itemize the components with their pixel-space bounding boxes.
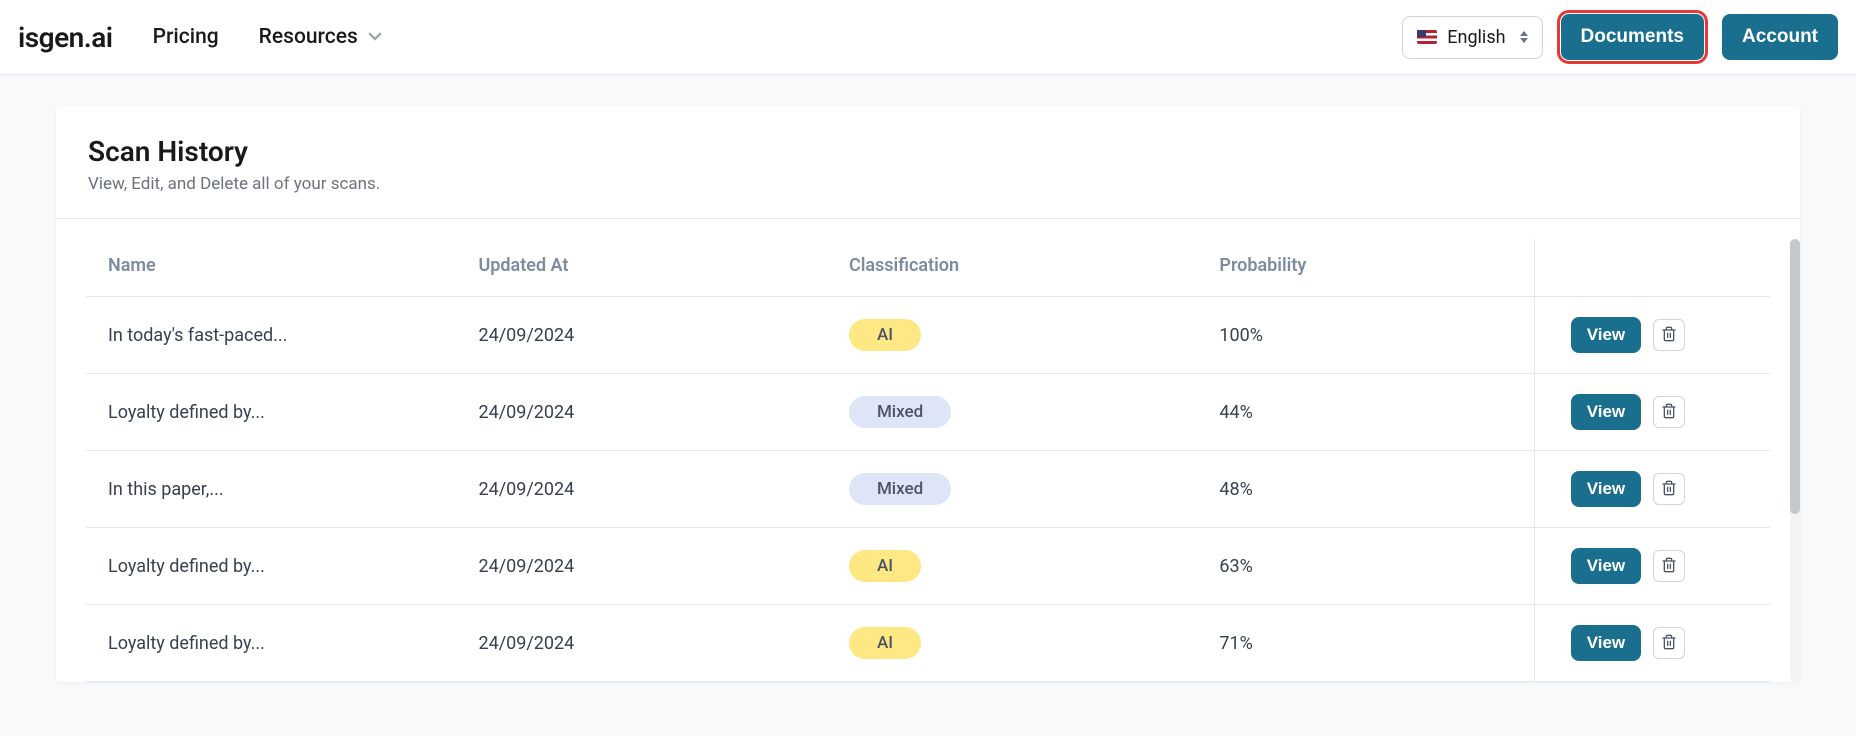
cell-actions: View [1534, 528, 1770, 605]
cell-classification: AI [827, 605, 1197, 682]
language-selector[interactable]: English [1402, 16, 1542, 59]
col-header-actions [1534, 239, 1770, 297]
delete-button[interactable] [1653, 473, 1685, 505]
language-label: English [1447, 27, 1505, 48]
cell-updated: 24/09/2024 [456, 374, 826, 451]
cell-probability: 48% [1197, 451, 1534, 528]
nav-resources[interactable]: Resources [259, 25, 382, 49]
us-flag-icon [1417, 30, 1437, 44]
scrollbar-thumb[interactable] [1790, 239, 1800, 514]
cell-probability: 63% [1197, 528, 1534, 605]
cell-actions: View [1534, 605, 1770, 682]
trash-icon [1661, 326, 1677, 345]
view-button[interactable]: View [1571, 471, 1641, 507]
nav-links: Pricing Resources [153, 25, 382, 49]
nav-pricing[interactable]: Pricing [153, 25, 219, 49]
cell-probability: 44% [1197, 374, 1534, 451]
nav-right: English Documents Account [1402, 14, 1838, 60]
trash-icon [1661, 403, 1677, 422]
table-row: Loyalty defined by...24/09/2024 AI 71% View [86, 605, 1770, 682]
delete-button[interactable] [1653, 550, 1685, 582]
navbar: isgen.ai Pricing Resources English Docum… [0, 0, 1856, 75]
cell-actions: View [1534, 451, 1770, 528]
cell-actions: View [1534, 374, 1770, 451]
cell-updated: 24/09/2024 [456, 297, 826, 374]
table-row: Loyalty defined by...24/09/2024 Mixed 44% V… [86, 374, 1770, 451]
trash-icon [1661, 634, 1677, 653]
cell-classification: AI [827, 297, 1197, 374]
cell-actions: View [1534, 297, 1770, 374]
col-header-classification[interactable]: Classification [827, 239, 1197, 297]
classification-badge: AI [849, 550, 921, 582]
scan-table: Name Updated At Classification Probabili… [86, 239, 1770, 682]
sort-arrows-icon [1520, 31, 1528, 43]
cell-name: In today's fast-paced... [86, 297, 456, 374]
page-title: Scan History [88, 135, 1768, 168]
cell-name: Loyalty defined by... [86, 374, 456, 451]
classification-badge: AI [849, 319, 921, 351]
trash-icon [1661, 480, 1677, 499]
cell-classification: Mixed [827, 374, 1197, 451]
chevron-down-icon [368, 30, 382, 44]
scan-history-panel: Scan History View, Edit, and Delete all … [56, 107, 1800, 682]
nav-pricing-label: Pricing [153, 25, 219, 49]
classification-badge: AI [849, 627, 921, 659]
col-header-updated[interactable]: Updated At [456, 239, 826, 297]
delete-button[interactable] [1653, 627, 1685, 659]
cell-name: In this paper,... [86, 451, 456, 528]
cell-classification: AI [827, 528, 1197, 605]
panel-header: Scan History View, Edit, and Delete all … [56, 107, 1800, 219]
view-button[interactable]: View [1571, 394, 1641, 430]
cell-name: Loyalty defined by... [86, 528, 456, 605]
table-row: In this paper,...24/09/2024 Mixed 48% View [86, 451, 1770, 528]
cell-updated: 24/09/2024 [456, 605, 826, 682]
delete-button[interactable] [1653, 319, 1685, 351]
delete-button[interactable] [1653, 396, 1685, 428]
classification-badge: Mixed [849, 396, 951, 428]
view-button[interactable]: View [1571, 625, 1641, 661]
account-button[interactable]: Account [1722, 14, 1838, 60]
view-button[interactable]: View [1571, 548, 1641, 584]
page-subtitle: View, Edit, and Delete all of your scans… [88, 174, 1768, 194]
logo[interactable]: isgen.ai [18, 21, 113, 54]
main-container: Scan History View, Edit, and Delete all … [0, 75, 1856, 714]
documents-button[interactable]: Documents [1561, 14, 1704, 60]
col-header-probability[interactable]: Probability [1197, 239, 1534, 297]
cell-updated: 24/09/2024 [456, 451, 826, 528]
trash-icon [1661, 557, 1677, 576]
classification-badge: Mixed [849, 473, 951, 505]
view-button[interactable]: View [1571, 317, 1641, 353]
table-row: Loyalty defined by...24/09/2024 AI 63% View [86, 528, 1770, 605]
table-wrapper: Name Updated At Classification Probabili… [56, 219, 1800, 682]
cell-name: Loyalty defined by... [86, 605, 456, 682]
table-row: In today's fast-paced...24/09/2024 AI 100%… [86, 297, 1770, 374]
cell-probability: 100% [1197, 297, 1534, 374]
nav-resources-label: Resources [259, 25, 358, 49]
col-header-name[interactable]: Name [86, 239, 456, 297]
cell-probability: 71% [1197, 605, 1534, 682]
scrollbar-track[interactable] [1790, 239, 1800, 682]
cell-updated: 24/09/2024 [456, 528, 826, 605]
cell-classification: Mixed [827, 451, 1197, 528]
